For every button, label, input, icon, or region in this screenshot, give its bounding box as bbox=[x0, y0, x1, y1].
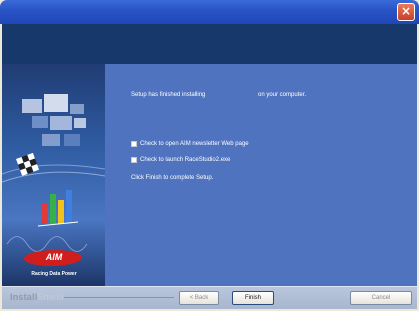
installshield-logo-light: Shield bbox=[37, 292, 64, 302]
finish-button[interactable]: Finish bbox=[232, 291, 274, 305]
wizard-footer: InstallShield < Back Finish Cancel bbox=[2, 286, 417, 309]
finish-instruction: Click Finish to complete Setup. bbox=[131, 175, 214, 181]
finished-message-prefix: Setup has finished installing bbox=[131, 92, 206, 98]
finished-message-suffix: on your computer. bbox=[258, 92, 307, 98]
title-bar: × bbox=[0, 0, 419, 24]
aim-logo-text: AIM bbox=[45, 252, 63, 262]
launch-checkbox-label[interactable]: Check to launch RaceStudio2.exe bbox=[140, 156, 230, 164]
side-banner-image: AIM Racing Data Power bbox=[2, 64, 105, 286]
launch-checkbox[interactable] bbox=[131, 157, 137, 163]
newsletter-checkbox[interactable] bbox=[131, 141, 137, 147]
header-band bbox=[2, 24, 417, 64]
main-panel: Setup has finished installing on your co… bbox=[105, 64, 417, 286]
setup-wizard-window: × AIM Racing Data Power Setup has finish… bbox=[0, 0, 419, 311]
tagline: Racing Data Power bbox=[31, 271, 77, 277]
installshield-logo-bold: Install bbox=[10, 292, 38, 302]
newsletter-checkbox-label[interactable]: Check to open AIM newsletter Web page bbox=[140, 140, 249, 148]
close-button[interactable]: × bbox=[397, 3, 415, 21]
installshield-logo: InstallShield bbox=[10, 292, 64, 302]
back-button[interactable]: < Back bbox=[179, 291, 219, 305]
cancel-button[interactable]: Cancel bbox=[350, 291, 412, 305]
wizard-content: AIM Racing Data Power Setup has finished… bbox=[2, 64, 417, 286]
footer-divider bbox=[64, 297, 174, 298]
